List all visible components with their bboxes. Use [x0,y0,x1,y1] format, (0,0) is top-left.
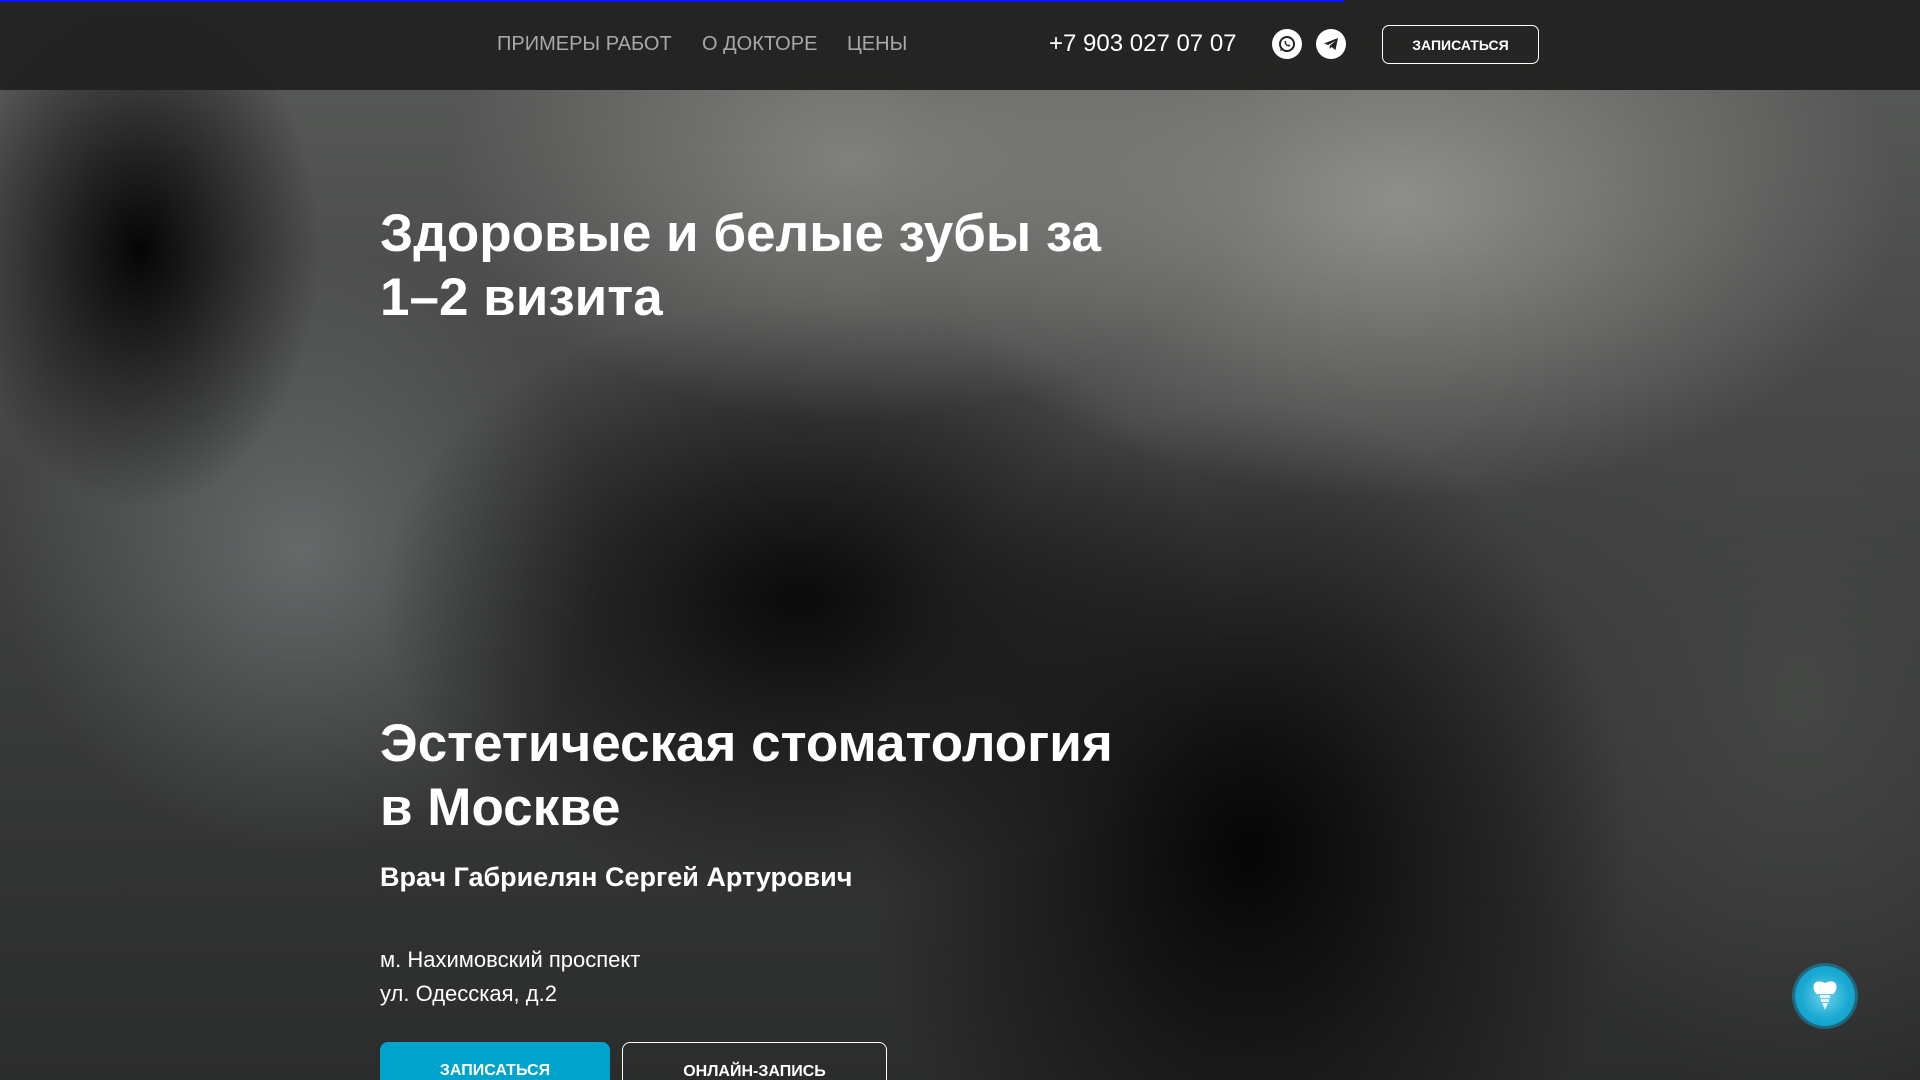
hero-title-line-2: 1–2 визита [380,268,663,327]
tooth-icon [1813,981,1837,1010]
address-metro: м. Нахимовский проспект [380,947,641,972]
nav-prices[interactable]: ЦЕНЫ [847,33,907,56]
doctor-name: Врач Габриелян Сергей Артурович [380,862,853,892]
header-signup-button[interactable]: ЗАПИСАТЬСЯ [1382,25,1539,64]
scroll-progress-bar [0,0,1344,2]
whatsapp-icon[interactable] [1272,29,1302,59]
hero-subtitle-line-1: Эстетическая стоматология [380,714,1113,773]
nav-portfolio[interactable]: ПРИМЕРЫ РАБОТ [497,33,672,56]
hero-title: Здоровые и белые зубы за 1–2 визита [380,202,1101,330]
tooth-widget-button[interactable] [1795,966,1855,1026]
hero-title-line-1: Здоровые и белые зубы за [380,204,1102,263]
signup-button[interactable]: ЗАПИСАТЬСЯ [380,1042,610,1080]
site-header: ПРИМЕРЫ РАБОТ О ДОКТОРЕ ЦЕНЫ +7 903 027 … [0,0,1920,90]
telegram-icon[interactable] [1316,29,1346,59]
hero-background [0,0,1920,1080]
address-street: ул. Одесская, д.2 [380,981,557,1006]
phone-link[interactable]: +7 903 027 07 07 [1049,30,1237,58]
hero-subtitle-line-2: в Москве [380,778,621,837]
online-booking-button[interactable]: ОНЛАЙН-ЗАПИСЬ [622,1042,887,1080]
hero-subtitle: Эстетическая стоматология в Москве [380,712,1113,840]
nav-about-doctor[interactable]: О ДОКТОРЕ [702,33,817,56]
